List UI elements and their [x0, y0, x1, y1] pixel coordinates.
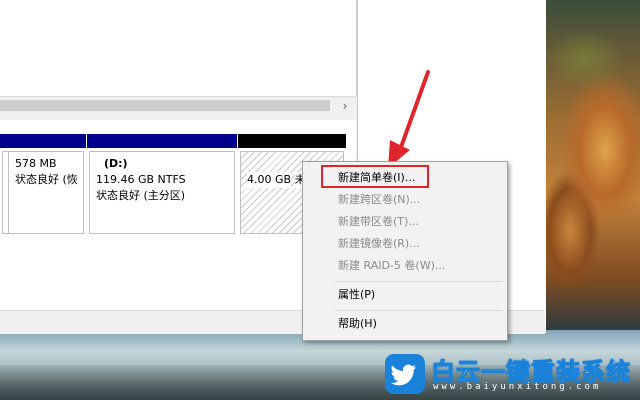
menu-separator: [335, 310, 503, 311]
partition-bar: [87, 134, 237, 148]
partition-d[interactable]: (D:) 119.46 GB NTFS 状态良好 (主分区): [87, 134, 237, 234]
menu-item-new-spanned-volume[interactable]: 新建跨区卷(N)...: [305, 189, 505, 211]
menu-item-properties[interactable]: 属性(P): [305, 284, 505, 306]
disk-row: 578 MB 状态良好 (恢 (D:) 119.46 GB NTFS 状态良好 …: [0, 134, 350, 234]
menu-item-new-striped-volume[interactable]: 新建带区卷(T)...: [305, 211, 505, 233]
partition-body[interactable]: 578 MB 状态良好 (恢: [8, 151, 84, 234]
horizontal-scrollbar[interactable]: ›: [0, 96, 356, 115]
menu-item-new-mirrored-volume[interactable]: 新建镜像卷(R)...: [305, 233, 505, 255]
twitter-bird-icon: [385, 354, 425, 394]
watermark-url: www.baiyunxitong.com: [433, 382, 602, 392]
menu-separator: [335, 281, 503, 282]
partition-size: 4.00 GB: [247, 172, 292, 188]
watermark: 白云一键重装系统 www.baiyunxitong.com: [385, 352, 635, 396]
volume-list-pane[interactable]: [0, 0, 357, 96]
partition-bar: [6, 134, 86, 148]
partition-size: 578 MB: [15, 157, 57, 170]
partition-status: 状态良好 (恢: [15, 173, 77, 186]
red-arrow-annotation: [388, 70, 430, 168]
menu-item-help[interactable]: 帮助(H): [305, 313, 505, 335]
highlight-annotation: [321, 165, 429, 188]
wallpaper-cliff: [545, 0, 640, 330]
partition-bar: [238, 134, 346, 148]
context-menu: 新建简单卷(I)... 新建跨区卷(N)... 新建带区卷(T)... 新建镜像…: [302, 161, 508, 341]
partition-body[interactable]: (D:) 119.46 GB NTFS 状态良好 (主分区): [89, 151, 235, 234]
scroll-right-icon[interactable]: ›: [338, 98, 352, 114]
menu-item-new-raid5-volume[interactable]: 新建 RAID-5 卷(W)...: [305, 255, 505, 277]
scrollbar-thumb[interactable]: [0, 100, 330, 111]
partition-recovery[interactable]: 578 MB 状态良好 (恢: [6, 134, 86, 234]
partition-status: 状态良好 (主分区): [96, 189, 186, 202]
partition-size: 119.46 GB NTFS: [96, 173, 186, 186]
partition-label: (D:): [104, 157, 128, 170]
